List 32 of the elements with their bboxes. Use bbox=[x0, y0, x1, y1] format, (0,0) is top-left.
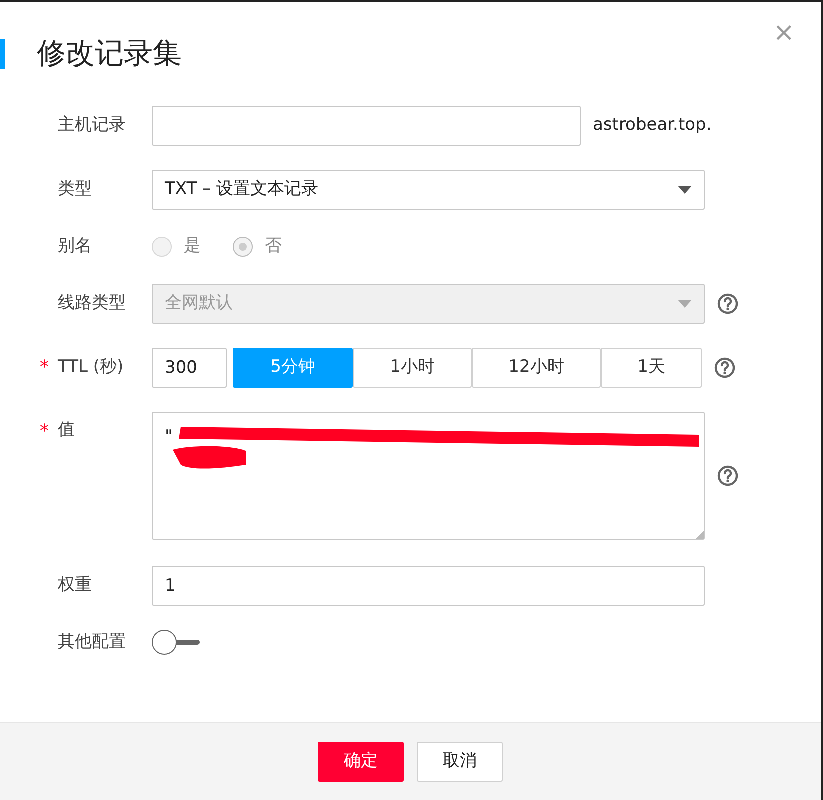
required-asterisk: * bbox=[40, 356, 49, 380]
field-label: 类型 bbox=[58, 178, 92, 202]
confirm-button[interactable]: 确定 bbox=[318, 742, 404, 782]
dropdown-caret-icon bbox=[678, 300, 692, 308]
title-accent-bar bbox=[0, 39, 5, 69]
field-label: 其他配置 bbox=[58, 630, 126, 654]
toggle-switch[interactable] bbox=[152, 630, 200, 656]
domain-suffix: astrobear.top. bbox=[593, 114, 712, 138]
help-icon[interactable] bbox=[717, 464, 739, 486]
text-field[interactable] bbox=[152, 106, 581, 146]
radio-label: 是 bbox=[184, 235, 201, 258]
field-label: 权重 bbox=[58, 574, 92, 597]
ttl-preset-button[interactable]: 12小时 bbox=[472, 348, 601, 388]
field-label: 线路类型 bbox=[58, 292, 126, 315]
field-label: 别名 bbox=[58, 235, 92, 258]
radio-label: 否 bbox=[265, 235, 282, 258]
field-label: 值 bbox=[58, 419, 75, 442]
help-icon[interactable] bbox=[714, 356, 736, 378]
text-field[interactable]: 1 bbox=[152, 566, 705, 606]
ttl-preset-button[interactable]: 1小时 bbox=[353, 348, 472, 388]
field-label: TTL (秒) bbox=[58, 356, 124, 379]
select-field[interactable]: TXT – 设置文本记录 bbox=[152, 170, 705, 210]
resize-handle-icon bbox=[696, 530, 704, 538]
required-asterisk: * bbox=[40, 420, 49, 444]
value-textarea[interactable]: " bbox=[152, 412, 705, 540]
value-text: " bbox=[165, 426, 173, 446]
dialog-title: 修改记录集 bbox=[37, 35, 182, 72]
ttl-field[interactable]: 300 bbox=[152, 348, 227, 388]
dropdown-caret-icon bbox=[678, 186, 692, 194]
ttl-preset-button[interactable]: 1天 bbox=[601, 348, 702, 388]
field-label: 主机记录 bbox=[58, 114, 126, 138]
cancel-button[interactable]: 取消 bbox=[417, 742, 503, 782]
